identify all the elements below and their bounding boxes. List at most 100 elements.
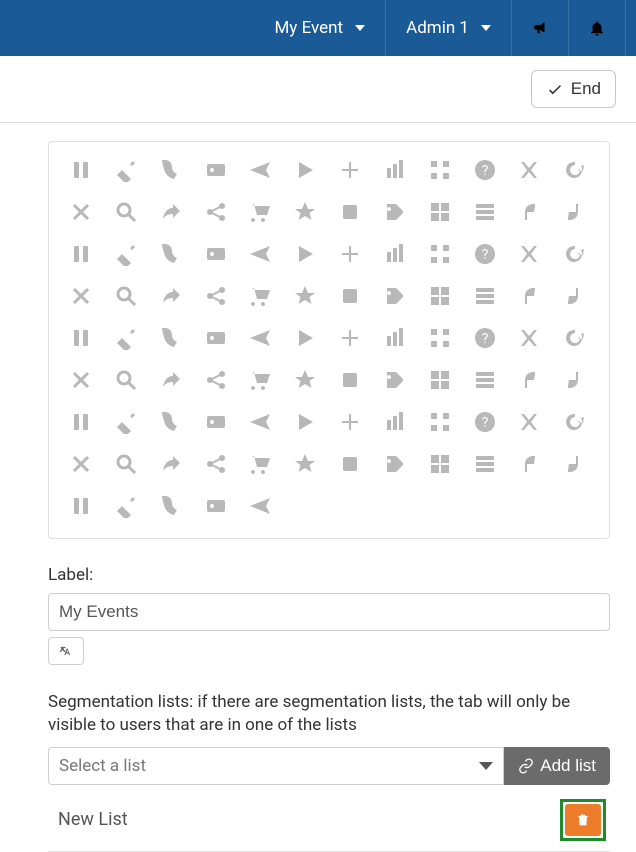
suitcase-icon[interactable] [515, 324, 543, 352]
qrcode-icon[interactable] [426, 156, 454, 184]
lightbulb-on-icon[interactable] [112, 450, 140, 478]
sync-icon[interactable] [560, 450, 588, 478]
remove-icon[interactable] [67, 198, 95, 226]
refresh-icon[interactable] [560, 156, 588, 184]
eye-slash-icon[interactable] [515, 366, 543, 394]
receipt-icon[interactable] [336, 450, 364, 478]
file-audio-icon[interactable] [67, 408, 95, 436]
shopping-basket-icon[interactable] [426, 324, 454, 352]
notifications-button[interactable] [575, 0, 619, 56]
shopping-cart-icon[interactable] [246, 198, 274, 226]
question-circle-o-icon[interactable] [246, 324, 274, 352]
map-icon[interactable] [112, 324, 140, 352]
wrench-icon[interactable] [336, 240, 364, 268]
magic-icon[interactable] [67, 324, 95, 352]
comment-icon[interactable] [336, 282, 364, 310]
user-icon[interactable] [246, 240, 274, 268]
play-icon[interactable] [291, 156, 319, 184]
star-icon[interactable] [291, 198, 319, 226]
arrow-circle-up-icon[interactable] [560, 240, 588, 268]
lightbulb-icon[interactable] [560, 282, 588, 310]
info-circle-icon[interactable] [560, 408, 588, 436]
snowflake-icon[interactable] [515, 450, 543, 478]
video-icon[interactable] [157, 492, 185, 520]
mountain-icon[interactable] [202, 450, 230, 478]
wifi-icon[interactable] [202, 492, 230, 520]
admin-dropdown[interactable]: Admin 1 [392, 0, 505, 56]
arrow-circle-right-icon[interactable] [515, 240, 543, 268]
file-text-icon[interactable] [471, 282, 499, 310]
bar-chart-icon[interactable] [381, 156, 409, 184]
desktop-icon[interactable] [426, 282, 454, 310]
camera-retro-icon[interactable] [157, 366, 185, 394]
file-upload-icon[interactable] [246, 408, 274, 436]
share-nodes-icon[interactable] [202, 198, 230, 226]
trash-icon[interactable] [157, 240, 185, 268]
file-download-icon[interactable] [157, 408, 185, 436]
keyboard-icon[interactable] [67, 450, 95, 478]
rocket-icon[interactable] [381, 450, 409, 478]
dollar-icon[interactable] [202, 240, 230, 268]
print-icon[interactable] [291, 450, 319, 478]
briefcase-icon[interactable] [246, 282, 274, 310]
segmentation-select[interactable]: Select a list [48, 747, 504, 785]
image-icon[interactable] [515, 408, 543, 436]
barcode-icon[interactable] [67, 282, 95, 310]
announce-button[interactable] [518, 0, 562, 56]
battery-icon[interactable] [112, 282, 140, 310]
podcast-icon[interactable] [202, 324, 230, 352]
dice-icon[interactable] [426, 366, 454, 394]
flag-checkered-icon[interactable] [515, 282, 543, 310]
eye-icon[interactable] [471, 366, 499, 394]
cart-plus-icon[interactable] [246, 366, 274, 394]
window-close-icon[interactable] [246, 492, 274, 520]
glasses-icon[interactable] [381, 408, 409, 436]
share-icon[interactable] [157, 198, 185, 226]
hard-drive-icon[interactable] [426, 408, 454, 436]
delete-list-button[interactable] [565, 804, 601, 836]
rss-icon[interactable] [381, 324, 409, 352]
pencil-icon[interactable] [112, 156, 140, 184]
file-word-icon[interactable] [291, 408, 319, 436]
trophy-icon[interactable] [67, 366, 95, 394]
id-card-icon[interactable] [202, 156, 230, 184]
arrow-circle-down-icon[interactable] [426, 240, 454, 268]
plane-icon[interactable] [246, 156, 274, 184]
file-invoice-icon[interactable] [560, 366, 588, 394]
tree-icon[interactable] [67, 492, 95, 520]
question-circle-icon[interactable] [471, 156, 499, 184]
shield-icon[interactable] [471, 450, 499, 478]
file-pdf-icon[interactable] [202, 408, 230, 436]
bookmark-icon[interactable] [202, 282, 230, 310]
th-large-icon[interactable] [426, 198, 454, 226]
phone-icon[interactable] [157, 156, 185, 184]
cogs-icon[interactable] [381, 282, 409, 310]
clock-icon[interactable] [112, 366, 140, 394]
th-list-icon[interactable] [471, 198, 499, 226]
file-code-icon[interactable] [112, 408, 140, 436]
pen-icon[interactable] [246, 450, 274, 478]
thumbtack-icon[interactable] [560, 324, 588, 352]
cloud-icon[interactable] [381, 366, 409, 394]
server-icon[interactable] [426, 450, 454, 478]
arrow-circle-left-icon[interactable] [471, 240, 499, 268]
random-icon[interactable] [515, 156, 543, 184]
label-input[interactable] [48, 593, 610, 631]
search-icon[interactable] [112, 198, 140, 226]
tag-icon[interactable] [381, 198, 409, 226]
stop-icon[interactable] [336, 198, 364, 226]
translate-button[interactable] [48, 637, 84, 665]
clipboard-check-icon[interactable] [291, 366, 319, 394]
ticket-icon[interactable] [67, 240, 95, 268]
thumbs-up-icon[interactable] [560, 198, 588, 226]
bell-slash-icon[interactable] [157, 282, 185, 310]
cloud-upload-icon[interactable] [291, 282, 319, 310]
thumbs-down-icon[interactable] [515, 198, 543, 226]
mobile-icon[interactable] [157, 450, 185, 478]
plus-icon[interactable] [336, 156, 364, 184]
redo-icon[interactable] [291, 324, 319, 352]
cloud-download-icon[interactable] [336, 366, 364, 394]
car-icon[interactable] [202, 366, 230, 394]
sitemap-icon[interactable] [471, 324, 499, 352]
add-list-button[interactable]: Add list [504, 747, 610, 785]
